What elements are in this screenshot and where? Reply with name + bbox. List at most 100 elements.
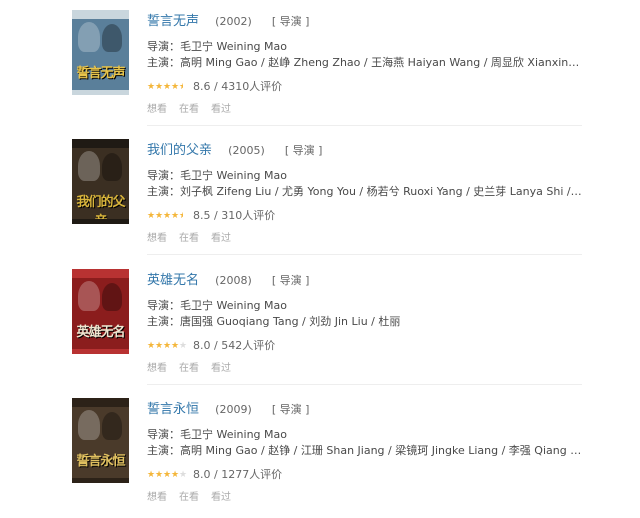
watching-link[interactable]: 在看 [179, 492, 199, 503]
action-links: 想看 在看 看过 [147, 229, 243, 244]
action-links: 想看 在看 看过 [147, 100, 243, 115]
film-item: 英雄无名 英雄无名 (2008) [ 导演 ] 导演：毛卫宁 Weining M… [0, 259, 640, 389]
film-poster[interactable]: 英雄无名 [72, 269, 129, 354]
film-role: [ 导演 ] [271, 15, 310, 28]
film-title-link[interactable]: 誓言无声 [147, 14, 199, 29]
rating: ★ ★ ★ ★ ★ 8.0 / 1277人评价 [147, 466, 283, 481]
poster-figure [102, 283, 122, 311]
rating-stars: ★★★★★ [147, 210, 187, 221]
director-name[interactable]: 毛卫宁 Weining Mao [180, 169, 287, 182]
poster-band [72, 139, 129, 148]
film-role: [ 导演 ] [271, 403, 310, 416]
action-links: 想看 在看 看过 [147, 488, 243, 503]
director-line: 导演：毛卫宁 Weining Mao [147, 167, 582, 183]
director-label: 导演： [147, 169, 180, 182]
cast-names[interactable]: 唐国强 Guoqiang Tang / 刘劲 Jin Liu / 杜丽 [180, 315, 400, 328]
film-item: 誓言无声 誓言无声 (2002) [ 导演 ] 导演：毛卫宁 Weining M… [0, 0, 640, 130]
star-icon: ★ [179, 212, 183, 220]
cast-names[interactable]: 高明 Ming Gao / 赵峥 Zheng Zhao / 王海燕 Haiyan… [180, 56, 582, 69]
director-label: 导演： [147, 40, 180, 53]
want-to-watch-link[interactable]: 想看 [147, 492, 167, 503]
rating-text: 8.5 / 310人评价 [193, 209, 276, 222]
rating-text: 8.6 / 4310人评价 [193, 80, 283, 93]
star-icon: ★ [163, 210, 172, 221]
cast-line: 主演：高明 Ming Gao / 赵铮 / 江珊 Shan Jiang / 梁镜… [147, 442, 582, 458]
film-year: (2005) [228, 144, 265, 157]
film-title-link[interactable]: 誓言永恒 [147, 402, 199, 417]
cast-names[interactable]: 刘子枫 Zifeng Liu / 尤勇 Yong You / 杨若兮 Ruoxi… [180, 185, 582, 198]
watching-link[interactable]: 在看 [179, 233, 199, 244]
director-line: 导演：毛卫宁 Weining Mao [147, 38, 582, 54]
film-poster[interactable]: 我们的父亲 [72, 139, 129, 224]
watched-link[interactable]: 看过 [211, 492, 231, 503]
poster-figure [78, 151, 100, 181]
cast-line: 主演：唐国强 Guoqiang Tang / 刘劲 Jin Liu / 杜丽 [147, 313, 582, 329]
poster-band [72, 478, 129, 483]
watching-link[interactable]: 在看 [179, 104, 199, 115]
cast-line: 主演：高明 Ming Gao / 赵峥 Zheng Zhao / 王海燕 Hai… [147, 54, 582, 70]
film-item: 誓言永恒 誓言永恒 (2009) [ 导演 ] 导演：毛卫宁 Weining M… [0, 388, 640, 518]
film-role: [ 导演 ] [271, 274, 310, 287]
divider [147, 254, 582, 255]
director-line: 导演：毛卫宁 Weining Mao [147, 297, 582, 313]
film-title-link[interactable]: 英雄无名 [147, 273, 199, 288]
want-to-watch-link[interactable]: 想看 [147, 233, 167, 244]
star-icon: ★ [147, 81, 156, 92]
rating: ★★★★★ 8.6 / 4310人评价 [147, 78, 283, 93]
film-year: (2002) [215, 15, 252, 28]
star-icon: ★ [179, 340, 188, 351]
rating-stars: ★★★★★ [147, 340, 188, 351]
cast-label: 主演： [147, 185, 180, 198]
watched-link[interactable]: 看过 [211, 363, 231, 374]
poster-band [72, 90, 129, 95]
film-title-link[interactable]: 我们的父亲 [147, 143, 212, 158]
rating: ★★★★★ 8.5 / 310人评价 [147, 207, 276, 222]
watched-link[interactable]: 看过 [211, 104, 231, 115]
poster-figure [78, 281, 100, 311]
poster-figure [102, 153, 122, 181]
rating: ★ ★ ★ ★ ★ 8.0 / 542人评价 [147, 337, 276, 352]
rating-text: 8.0 / 542人评价 [193, 339, 276, 352]
film-role: [ 导演 ] [284, 144, 323, 157]
title-row: 誓言无声 (2002) [ 导演 ] [147, 10, 310, 29]
poster-band [72, 219, 129, 224]
title-row: 我们的父亲 (2005) [ 导演 ] [147, 139, 323, 158]
film-item: 我们的父亲 我们的父亲 (2005) [ 导演 ] 导演：毛卫宁 Weining… [0, 129, 640, 259]
film-poster[interactable]: 誓言永恒 [72, 398, 129, 483]
want-to-watch-link[interactable]: 想看 [147, 104, 167, 115]
star-icon: ★ [163, 469, 172, 480]
director-name[interactable]: 毛卫宁 Weining Mao [180, 299, 287, 312]
star-icon: ★ [147, 469, 156, 480]
poster-title-art: 誓言永恒 [76, 454, 125, 469]
filmography-list: 誓言无声 誓言无声 (2002) [ 导演 ] 导演：毛卫宁 Weining M… [0, 0, 640, 503]
director-label: 导演： [147, 299, 180, 312]
director-name[interactable]: 毛卫宁 Weining Mao [180, 428, 287, 441]
poster-band [72, 10, 129, 19]
cast-names[interactable]: 高明 Ming Gao / 赵铮 / 江珊 Shan Jiang / 梁镜珂 J… [180, 444, 582, 457]
star-icon: ★ [155, 340, 164, 351]
title-row: 誓言永恒 (2009) [ 导演 ] [147, 398, 310, 417]
want-to-watch-link[interactable]: 想看 [147, 363, 167, 374]
poster-figure [102, 24, 122, 52]
star-icon: ★ [155, 469, 164, 480]
star-icon: ★ [179, 469, 188, 480]
star-icon: ★ [155, 81, 164, 92]
star-icon: ★ [171, 210, 180, 221]
poster-band [72, 398, 129, 407]
watching-link[interactable]: 在看 [179, 363, 199, 374]
poster-figure [78, 410, 100, 440]
title-row: 英雄无名 (2008) [ 导演 ] [147, 269, 310, 288]
star-icon: ★ [155, 210, 164, 221]
film-year: (2008) [215, 274, 252, 287]
rating-stars: ★★★★★ [147, 81, 187, 92]
poster-figure [78, 22, 100, 52]
action-links: 想看 在看 看过 [147, 359, 243, 374]
watched-link[interactable]: 看过 [211, 233, 231, 244]
rating-text: 8.0 / 1277人评价 [193, 468, 283, 481]
rating-stars: ★★★★★ [147, 469, 188, 480]
poster-band [72, 269, 129, 278]
poster-figure [102, 412, 122, 440]
film-poster[interactable]: 誓言无声 [72, 10, 129, 95]
director-name[interactable]: 毛卫宁 Weining Mao [180, 40, 287, 53]
cast-label: 主演： [147, 56, 180, 69]
